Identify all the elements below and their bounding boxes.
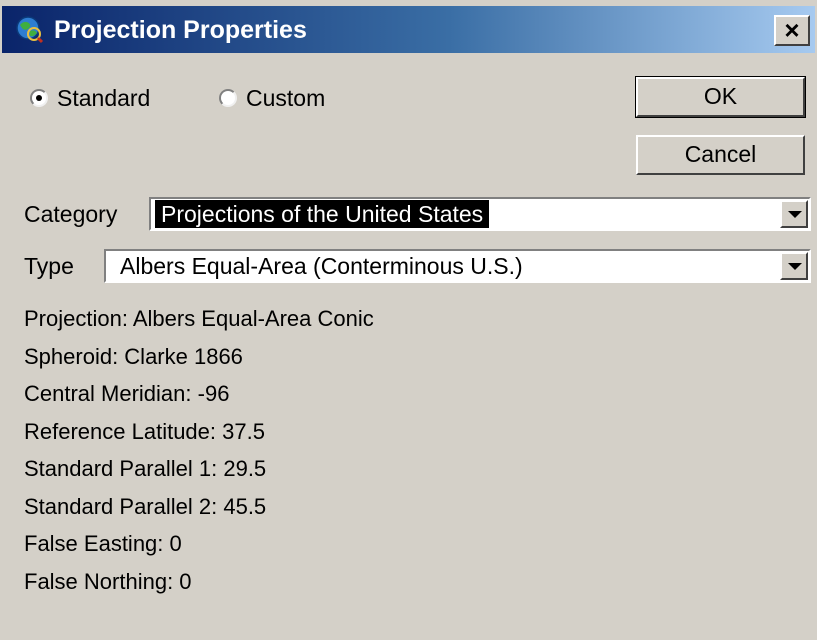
globe-icon	[14, 14, 44, 44]
prop-standard-parallel-1: Standard Parallel 1: 29.5	[24, 456, 267, 481]
prop-spheroid: Spheroid: Clarke 1866	[24, 343, 243, 369]
chevron-down-icon	[788, 263, 802, 270]
radio-standard-indicator[interactable]	[30, 89, 48, 107]
prop-central-meridian: Central Meridian: -96	[24, 381, 230, 406]
category-value: Projections of the United States	[155, 200, 490, 228]
radio-standard-label: Standard	[57, 84, 151, 111]
title-bar[interactable]: Projection Properties ×	[2, 6, 815, 53]
prop-reference-latitude: Reference Latitude: 37.5	[24, 418, 265, 444]
radio-custom[interactable]: Custom	[219, 84, 325, 112]
type-label: Type	[24, 253, 74, 279]
window-title: Projection Properties	[54, 16, 307, 44]
type-dropdown-arrow[interactable]	[780, 252, 808, 280]
ok-button[interactable]: OK	[635, 76, 806, 118]
close-button[interactable]: ×	[774, 15, 810, 46]
category-dropdown-arrow[interactable]	[780, 200, 808, 228]
projection-properties-dialog: Projection Properties × Standard Custom …	[0, 0, 817, 640]
projection-details: Projection: Albers Equal-Area Conic Sphe…	[24, 304, 374, 604]
category-label: Category	[24, 201, 118, 227]
type-value: Albers Equal-Area (Conterminous U.S.)	[120, 253, 523, 279]
radio-standard[interactable]: Standard	[30, 84, 150, 112]
prop-false-northing: False Northing: 0	[24, 568, 192, 594]
category-select[interactable]: Projections of the United States	[149, 197, 811, 231]
radio-custom-indicator[interactable]	[219, 89, 237, 107]
radio-custom-label: Custom	[246, 84, 326, 111]
cancel-button[interactable]: Cancel	[636, 135, 805, 175]
prop-false-easting: False Easting: 0	[24, 531, 182, 556]
type-select[interactable]: Albers Equal-Area (Conterminous U.S.)	[104, 249, 811, 283]
chevron-down-icon	[788, 211, 802, 218]
prop-standard-parallel-2: Standard Parallel 2: 45.5	[24, 493, 267, 519]
prop-projection: Projection: Albers Equal-Area Conic	[24, 306, 374, 331]
